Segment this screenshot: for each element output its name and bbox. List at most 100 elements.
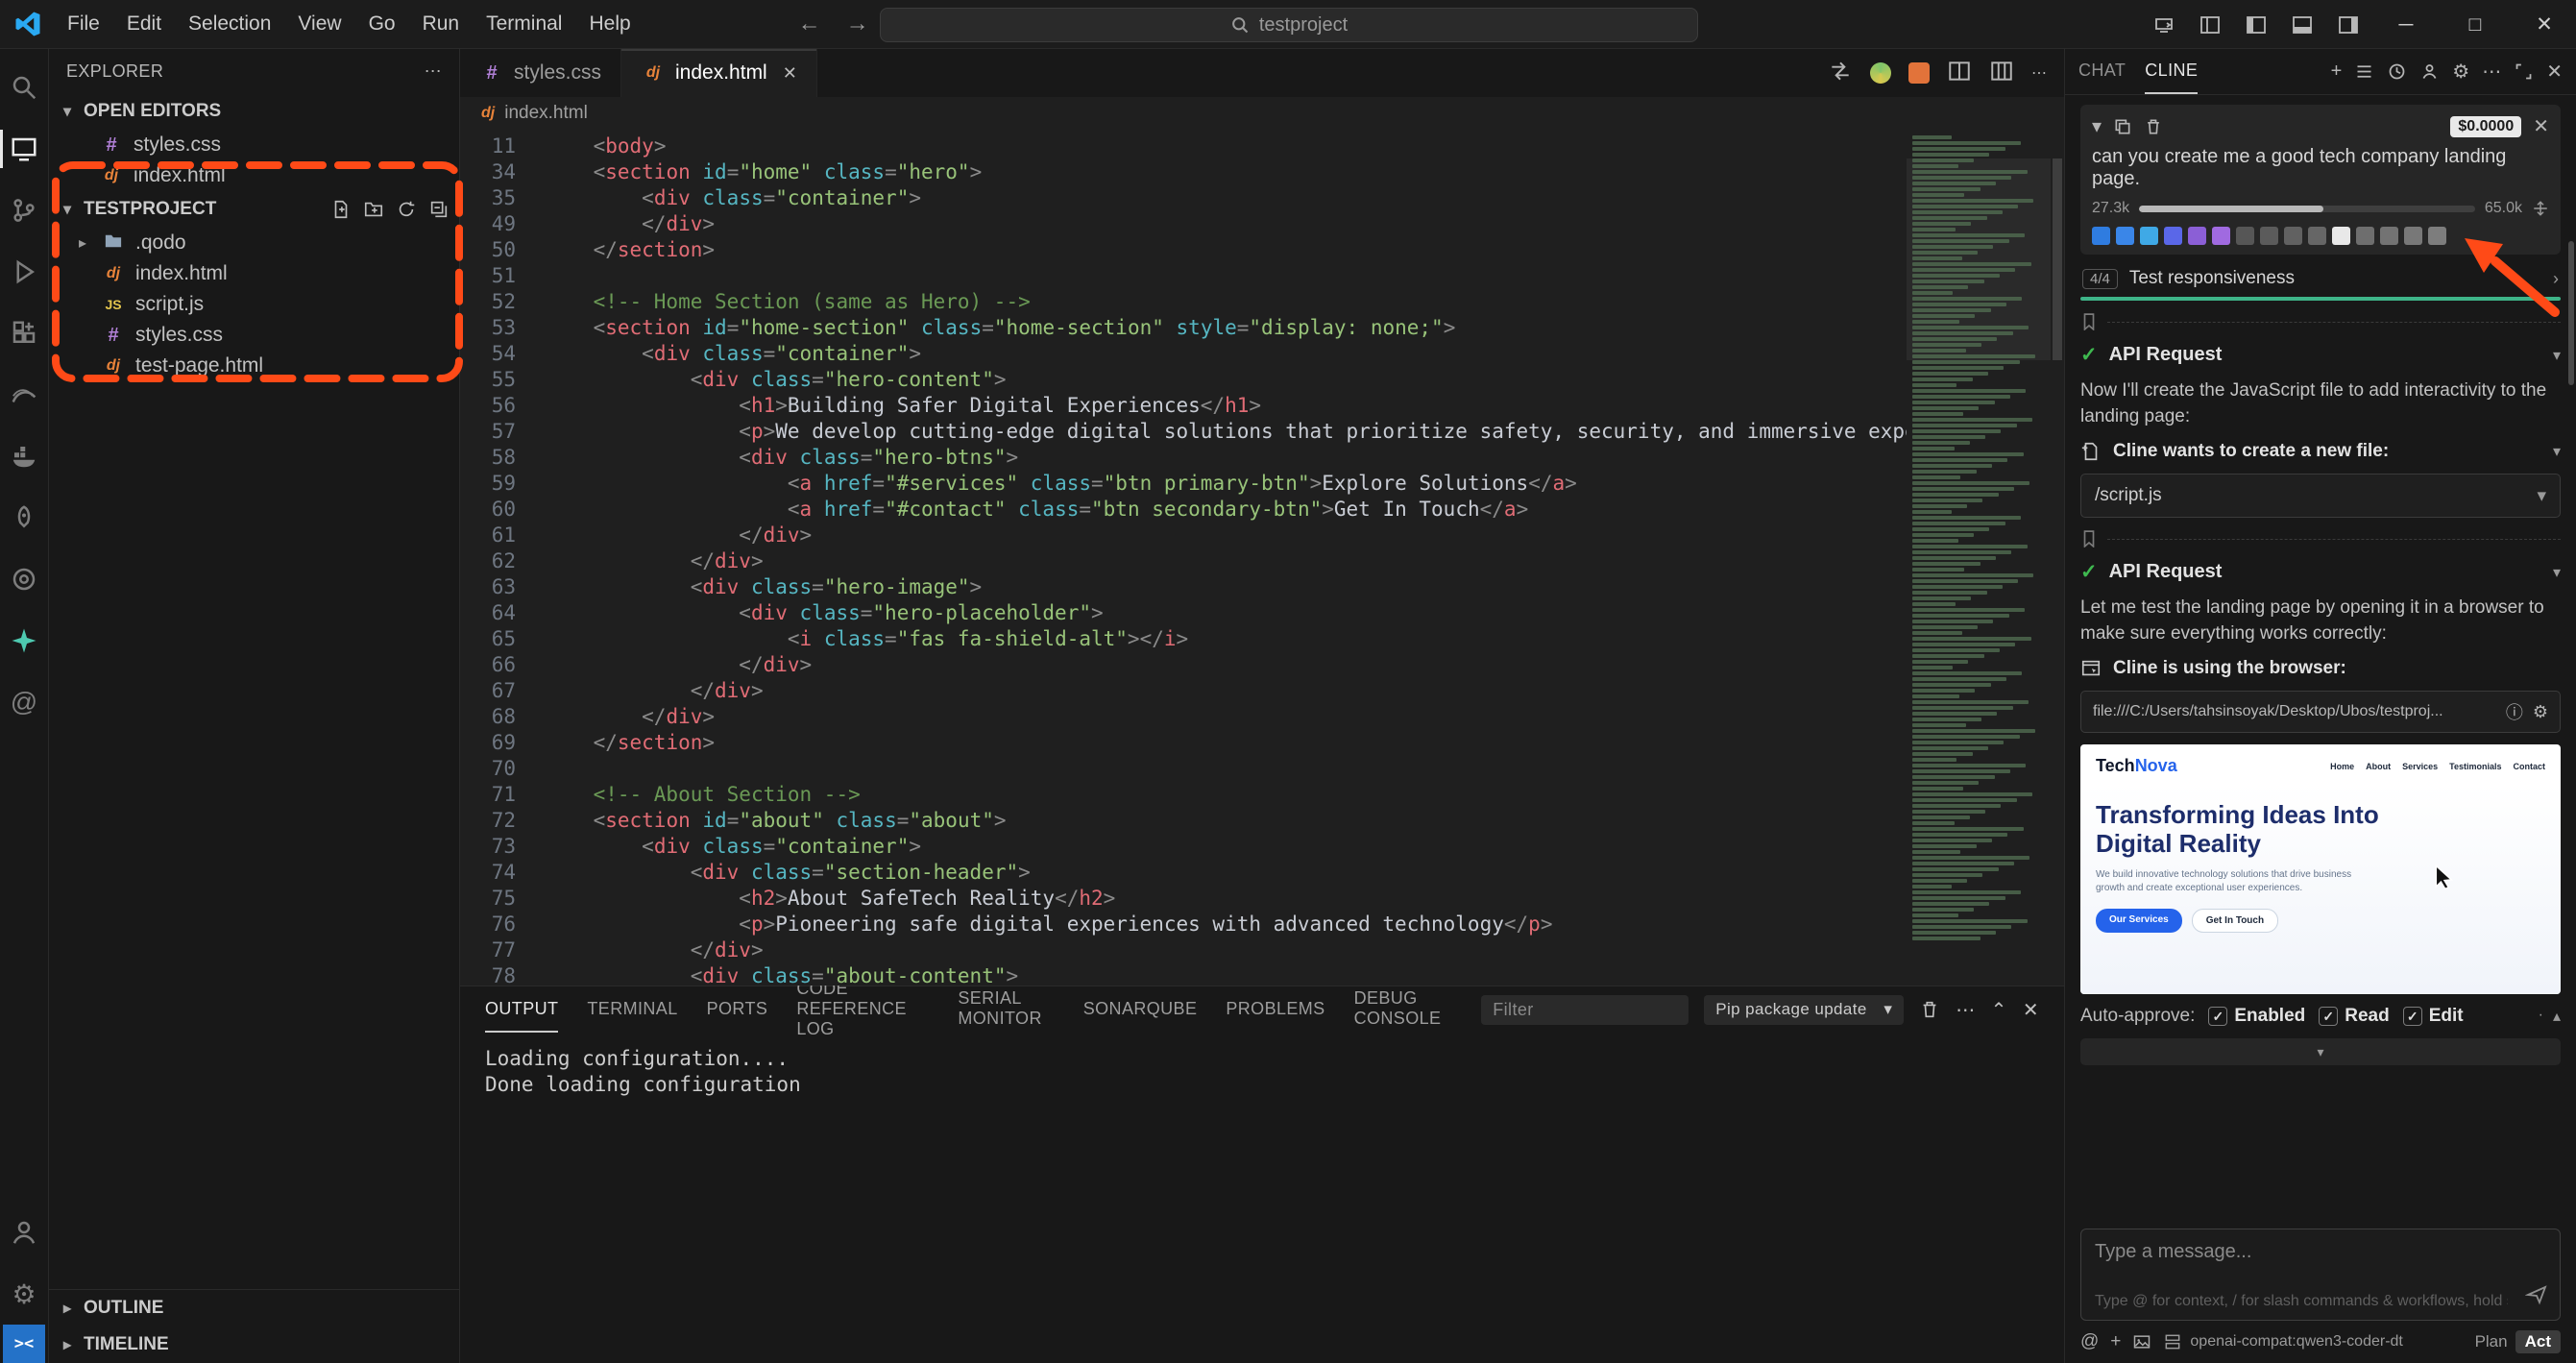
- line-number[interactable]: 52: [460, 289, 545, 315]
- panel-tab-terminal[interactable]: TERMINAL: [587, 986, 677, 1033]
- file-item[interactable]: #styles.css: [49, 130, 459, 160]
- new-task-icon[interactable]: +: [2331, 61, 2343, 83]
- panel-tab-serial-monitor[interactable]: SERIAL MONITOR: [958, 986, 1054, 1033]
- plan-mode-button[interactable]: Plan: [2475, 1332, 2508, 1351]
- context-expand-icon[interactable]: [2532, 200, 2549, 217]
- sonarqube-icon[interactable]: [0, 364, 49, 426]
- code-line[interactable]: 57 <p>We develop cutting-edge digital so…: [460, 419, 1907, 445]
- line-number[interactable]: 77: [460, 937, 545, 963]
- checkbox-icon[interactable]: ✓: [2319, 1007, 2338, 1026]
- code-line[interactable]: 51: [460, 263, 1907, 289]
- output-channel-select[interactable]: Pip package update▾: [1704, 995, 1904, 1025]
- delete-task-icon[interactable]: [2144, 117, 2163, 136]
- code-line[interactable]: 76 <p>Pioneering safe digital experience…: [460, 912, 1907, 937]
- project-header[interactable]: ▾ TESTPROJECT: [49, 191, 459, 228]
- filter-input[interactable]: Filter: [1481, 995, 1689, 1025]
- file-item[interactable]: djindex.html: [49, 258, 459, 289]
- send-icon[interactable]: [2525, 1283, 2548, 1312]
- code-line[interactable]: 62 </div>: [460, 548, 1907, 574]
- code-line[interactable]: 67 </div>: [460, 678, 1907, 704]
- menu-selection[interactable]: Selection: [175, 0, 284, 48]
- code-line[interactable]: 66 </div>: [460, 652, 1907, 678]
- cline-scrollbar-thumb[interactable]: [2568, 241, 2574, 385]
- line-number[interactable]: 75: [460, 886, 545, 912]
- scrollbar-thumb[interactable]: [2053, 158, 2062, 360]
- extensions-icon[interactable]: [0, 303, 49, 364]
- line-number[interactable]: 50: [460, 237, 545, 263]
- panel-tab-output[interactable]: OUTPUT: [485, 986, 558, 1033]
- code-content[interactable]: 11 <body>34 <section id="home" class="he…: [460, 130, 1907, 986]
- open-remote-window-icon[interactable]: [2144, 8, 2184, 42]
- line-number[interactable]: 34: [460, 159, 545, 185]
- remote-explorer-icon[interactable]: [0, 118, 49, 180]
- line-number[interactable]: 63: [460, 574, 545, 600]
- file-item[interactable]: #styles.css: [49, 320, 459, 351]
- command-center-search[interactable]: testproject: [880, 8, 1698, 42]
- chevron-up-icon[interactable]: ▴: [2553, 1007, 2561, 1026]
- line-number[interactable]: 65: [460, 626, 545, 652]
- account-icon[interactable]: [2419, 61, 2440, 82]
- editor-tab-styles.css[interactable]: #styles.css: [460, 49, 621, 97]
- menu-go[interactable]: Go: [355, 0, 409, 48]
- toggle-secondary-sidebar-icon[interactable]: [2328, 8, 2369, 42]
- line-number[interactable]: 55: [460, 367, 545, 393]
- file-item[interactable]: djtest-page.html: [49, 351, 459, 381]
- run-debug-icon[interactable]: [0, 241, 49, 303]
- code-line[interactable]: 53 <section id="home-section" class="hom…: [460, 315, 1907, 341]
- more-actions-icon[interactable]: ⋯: [2031, 63, 2047, 83]
- line-number[interactable]: 53: [460, 315, 545, 341]
- code-line[interactable]: 55 <div class="hero-content">: [460, 367, 1907, 393]
- close-panel-icon[interactable]: ✕: [2546, 60, 2563, 84]
- editor-layout-icon[interactable]: [1989, 59, 2014, 88]
- code-line[interactable]: 73 <div class="container">: [460, 834, 1907, 860]
- browser-preview[interactable]: TechNova HomeAboutServicesTestimonialsCo…: [2080, 744, 2561, 994]
- api-request-header[interactable]: ✓ API Request ▾: [2080, 560, 2561, 584]
- panel-tab-problems[interactable]: PROBLEMS: [1226, 986, 1324, 1033]
- auto-approve-enabled[interactable]: ✓Enabled: [2208, 1006, 2305, 1027]
- focus-chain[interactable]: 4/4 Test responsiveness ›: [2080, 266, 2561, 301]
- output-log[interactable]: Loading configuration....Done loading co…: [460, 1033, 2064, 1363]
- menu-file[interactable]: File: [54, 0, 113, 48]
- checkbox-icon[interactable]: ✓: [2208, 1007, 2227, 1026]
- settings-gear-icon[interactable]: ⚙: [2452, 60, 2469, 84]
- api-request-header[interactable]: ✓ API Request ▾: [2080, 343, 2561, 367]
- line-number[interactable]: 64: [460, 600, 545, 626]
- line-number[interactable]: 56: [460, 393, 545, 419]
- maximize-panel-icon[interactable]: ⌃: [1991, 998, 2007, 1022]
- context-mention-icon[interactable]: @: [2080, 1331, 2099, 1352]
- act-mode-button[interactable]: Act: [2515, 1330, 2561, 1353]
- code-line[interactable]: 74 <div class="section-header">: [460, 860, 1907, 886]
- menu-edit[interactable]: Edit: [113, 0, 175, 48]
- file-item[interactable]: JSscript.js: [49, 289, 459, 320]
- line-number[interactable]: 62: [460, 548, 545, 574]
- mcp-servers-icon[interactable]: [2354, 61, 2374, 82]
- history-icon[interactable]: [2387, 61, 2407, 82]
- model-selector[interactable]: openai-compat:qwen3-coder-dt: [2163, 1332, 2402, 1351]
- line-number[interactable]: 67: [460, 678, 545, 704]
- line-number[interactable]: 58: [460, 445, 545, 471]
- browser-url-bar[interactable]: file:///C:/Users/tahsinsoyak/Desktop/Ubo…: [2080, 691, 2561, 733]
- panel-tab-debug-console[interactable]: DEBUG CONSOLE: [1354, 986, 1453, 1033]
- split-editor-icon[interactable]: [1947, 59, 1972, 88]
- copy-task-icon[interactable]: [2113, 117, 2132, 136]
- close-panel-icon[interactable]: ✕: [2023, 998, 2039, 1022]
- docker-icon[interactable]: [0, 426, 49, 487]
- accounts-icon[interactable]: [0, 1202, 49, 1263]
- clear-output-icon[interactable]: [1919, 999, 1940, 1020]
- close-icon[interactable]: ✕: [2513, 0, 2576, 49]
- auto-approve-edit[interactable]: ✓Edit: [2403, 1006, 2464, 1027]
- code-line[interactable]: 61 </div>: [460, 523, 1907, 548]
- line-number[interactable]: 74: [460, 860, 545, 886]
- expand-panel-icon[interactable]: [2514, 61, 2534, 82]
- line-number[interactable]: 49: [460, 211, 545, 237]
- code-line[interactable]: 65 <i class="fas fa-shield-alt"></i>: [460, 626, 1907, 652]
- code-line[interactable]: 59 <a href="#services" class="btn primar…: [460, 471, 1907, 497]
- line-number[interactable]: 73: [460, 834, 545, 860]
- line-number[interactable]: 76: [460, 912, 545, 937]
- line-number[interactable]: 61: [460, 523, 545, 548]
- code-line[interactable]: 77 </div>: [460, 937, 1907, 963]
- collapse-task-icon[interactable]: ▾: [2092, 114, 2102, 138]
- code-line[interactable]: 56 <h1>Building Safer Digital Experience…: [460, 393, 1907, 419]
- gear-icon[interactable]: ⚙: [2533, 702, 2548, 722]
- panel-tab-code-reference-log[interactable]: CODE REFERENCE LOG: [796, 986, 929, 1033]
